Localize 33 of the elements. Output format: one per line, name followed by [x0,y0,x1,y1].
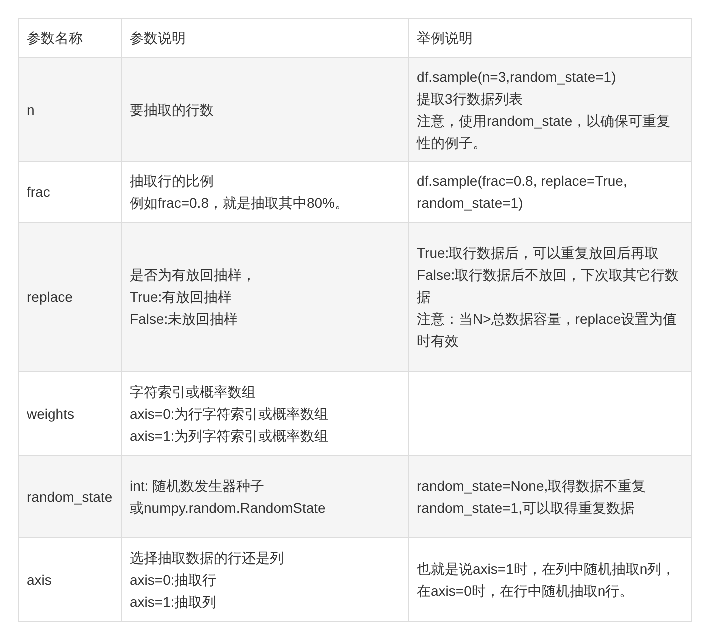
cell-text: df.sample(frac=0.8, replace=True, random_state=1) [417,172,628,213]
cell-text: weights [27,404,74,424]
cell-text: random_state=None,取得数据不重复 [417,476,646,496]
cell-text: n [27,100,35,120]
cell-text: df.sample(n=3,random_state=1) [417,68,616,87]
cell-text: 要抽取的行数 [130,100,214,120]
cell-text: int: 随机数发生器种子 [130,476,265,496]
cell-text: axis=1:为列字符索引或概率数组 [130,426,329,446]
cell-text: axis [27,570,52,590]
cell-text: frac [27,183,50,202]
cell-text: random_state=1,可以取得重复数据 [417,498,634,518]
cell-text: False:取行数据后不放回，下次取其它行数据 [417,266,680,307]
cell-text: True:取行数据后，可以重复放回后再取 [417,244,660,263]
cell-text: 是否为有放回抽样， [130,266,256,285]
cell-text: 注意，使用random_state，以确保可重复性的例子。 [417,112,672,152]
cell-text: 抽取行的比例 [130,172,214,191]
cell-text: axis=0:为行字符索引或概率数组 [130,404,329,424]
cell-text: 例如frac=0.8，就是抽取其中80%。 [130,194,349,213]
cell-text: 也就是说axis=1时，在列中随机抽取n列，在axis=0时，在行中随机抽取n行。 [417,560,677,600]
cell-text: 选择抽取数据的行还是列 [130,548,284,568]
column-header: 举例说明 [408,18,692,58]
column-header: 参数说明 [122,18,408,58]
cell-text: replace [27,288,73,307]
cell-text: False:未放回抽样 [130,310,238,329]
cell-text: 字符索引或概率数组 [130,382,256,402]
cell-text: 或numpy.random.RandomState [130,498,326,518]
cell-text: True:有放回抽样 [130,288,232,307]
cell-text: random_state [27,488,113,507]
cell-text: axis=0:抽取行 [130,570,217,590]
cell-text: 提取3行数据列表 [417,90,523,108]
cell-text: axis=1:抽取列 [130,592,217,612]
cell-text: 注意：当N>总数据容量，replace设置为值时有效 [417,310,678,351]
column-header: 参数名称 [18,18,122,58]
